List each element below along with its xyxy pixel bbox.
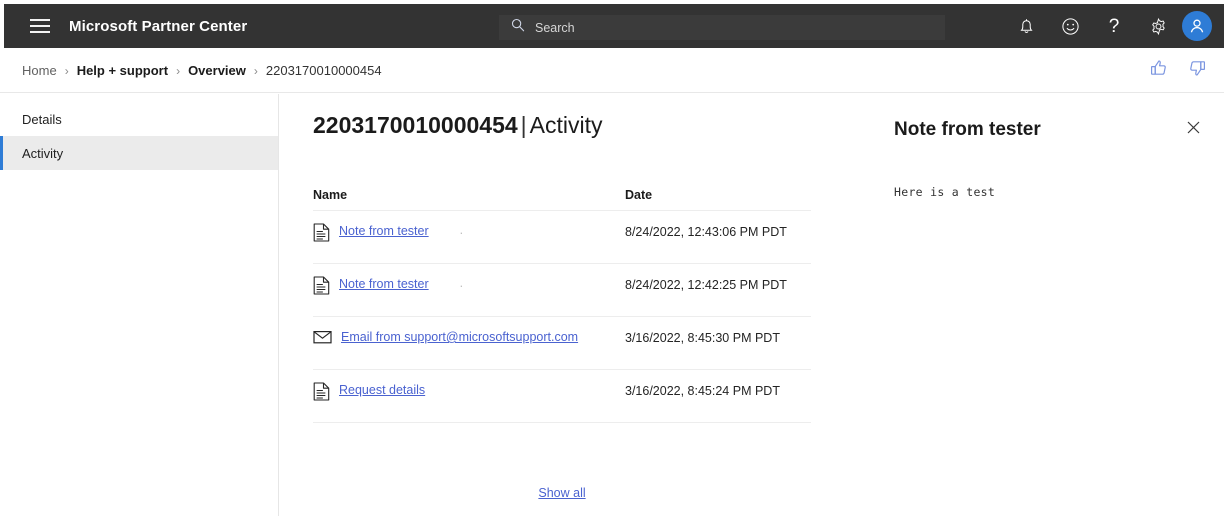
search-input-placeholder[interactable]: Search (535, 21, 575, 35)
breadcrumb-separator-icon: › (253, 63, 258, 78)
app-root: Microsoft Partner Center Search ? Home ›… (0, 0, 1224, 516)
header-icon-group: ? (1004, 4, 1212, 48)
column-header-date: Date (625, 187, 653, 202)
table-row[interactable]: Note from tester . 8/24/2022, 12:43:06 P… (313, 211, 811, 264)
breadcrumb-separator-icon: › (64, 63, 69, 78)
thumbs-up-icon[interactable] (1148, 57, 1170, 84)
breadcrumb: Home › Help + support › Overview › 22031… (22, 48, 382, 93)
breadcrumb-bar: Home › Help + support › Overview › 22031… (0, 48, 1224, 93)
detail-panel: Note from tester Here is a test (813, 94, 1224, 516)
help-question-icon[interactable]: ? (1092, 4, 1136, 48)
cell-date: 8/24/2022, 12:42:25 PM PDT (625, 278, 787, 292)
sidebar-item-activity[interactable]: Activity (0, 136, 278, 170)
search-icon (511, 18, 525, 37)
activity-link[interactable]: Note from tester (339, 276, 429, 293)
feedback-buttons (1148, 48, 1208, 93)
breadcrumb-item-overview[interactable]: Overview (188, 63, 246, 78)
document-icon (313, 223, 330, 247)
email-icon (313, 329, 332, 350)
breadcrumb-separator-icon: › (176, 63, 181, 78)
activity-link[interactable]: Email from support@microsoftsupport.com (341, 329, 578, 346)
left-navigation: Details Activity (0, 94, 279, 516)
sidebar-item-label: Activity (22, 145, 64, 161)
row-trailing-mark: . (459, 223, 464, 237)
notifications-icon[interactable] (1004, 4, 1048, 48)
breadcrumb-item-help-support[interactable]: Help + support (77, 63, 168, 78)
cell-date: 8/24/2022, 12:43:06 PM PDT (625, 225, 787, 239)
cell-date: 3/16/2022, 8:45:30 PM PDT (625, 331, 780, 345)
page-title: 2203170010000454 | Activity (313, 112, 603, 139)
document-icon (313, 382, 330, 406)
page-title-separator: | (520, 112, 527, 138)
activity-link[interactable]: Note from tester (339, 223, 429, 240)
settings-gear-icon[interactable] (1136, 4, 1180, 48)
activity-link[interactable]: Request details (339, 382, 425, 399)
sidebar-item-label: Details (22, 111, 62, 127)
feedback-smiley-icon[interactable] (1048, 4, 1092, 48)
column-header-name: Name (313, 187, 348, 202)
app-brand-title: Microsoft Partner Center (69, 17, 248, 35)
breadcrumb-item-home[interactable]: Home (22, 63, 57, 78)
global-header: Microsoft Partner Center Search ? (4, 4, 1224, 48)
show-all-link[interactable]: Show all (538, 486, 585, 500)
table-row[interactable]: Note from tester . 8/24/2022, 12:42:25 P… (313, 264, 811, 317)
row-trailing-mark: . (459, 276, 464, 290)
global-search[interactable]: Search (499, 15, 945, 40)
page-title-section: Activity (529, 112, 603, 138)
activity-table: Name Date Note from tester . 8/24/2022, … (313, 179, 811, 423)
table-row[interactable]: Email from support@microsoftsupport.com … (313, 317, 811, 370)
thumbs-down-icon[interactable] (1186, 57, 1208, 84)
main-content: 2203170010000454 | Activity Name Date No… (280, 94, 1224, 516)
account-avatar[interactable] (1182, 11, 1212, 41)
cell-name: Email from support@microsoftsupport.com (313, 329, 625, 350)
detail-panel-body: Here is a test (894, 185, 996, 199)
table-header-row: Name Date (313, 179, 811, 211)
cell-name: Note from tester . (313, 276, 625, 300)
detail-panel-title: Note from tester (894, 119, 1041, 140)
table-row[interactable]: Request details 3/16/2022, 8:45:24 PM PD… (313, 370, 811, 423)
close-icon[interactable] (1180, 114, 1206, 140)
cell-date: 3/16/2022, 8:45:24 PM PDT (625, 384, 780, 398)
help-question-glyph: ? (1108, 15, 1120, 37)
show-all-container: Show all (313, 484, 811, 502)
cell-name: Request details (313, 382, 625, 406)
document-icon (313, 276, 330, 300)
page-title-ticket-id: 2203170010000454 (313, 112, 518, 138)
hamburger-menu-icon[interactable] (30, 19, 50, 33)
breadcrumb-item-current: 2203170010000454 (265, 63, 382, 78)
cell-name: Note from tester . (313, 223, 625, 247)
sidebar-item-details[interactable]: Details (0, 102, 278, 136)
